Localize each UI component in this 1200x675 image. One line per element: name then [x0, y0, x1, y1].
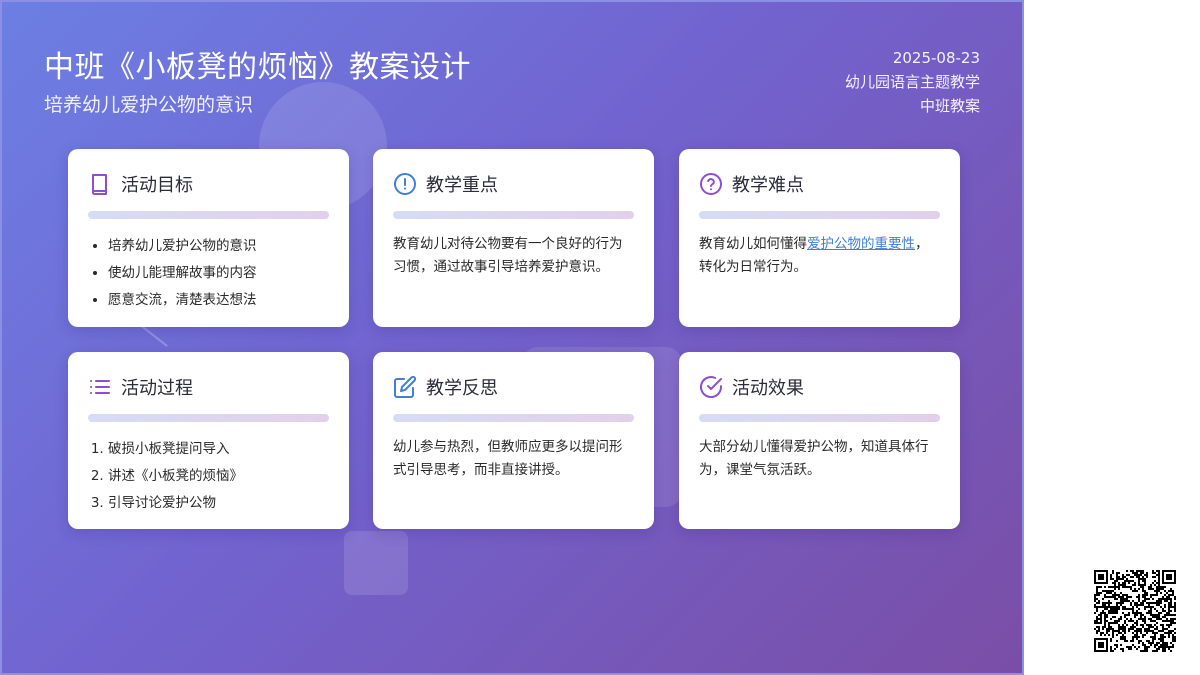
- divider-bar: [699, 211, 940, 219]
- card-activity-process: 活动过程 破损小板凳提问导入 讲述《小板凳的烦恼》 引导讨论爱护公物: [68, 352, 349, 529]
- card-title: 教学难点: [732, 175, 804, 196]
- divider-bar: [393, 211, 634, 219]
- list-item: 引导讨论爱护公物: [108, 490, 329, 517]
- card-title: 教学重点: [426, 175, 498, 196]
- decorative-square: [344, 531, 408, 595]
- card-text: 幼儿参与热烈，但教师应更多以提问形式引导思考，而非直接讲授。: [393, 439, 623, 478]
- grade-label: 中班教案: [919, 97, 980, 115]
- card-title: 活动效果: [732, 378, 804, 399]
- book-icon: [92, 174, 107, 195]
- list-item: 愿意交流，清楚表达想法: [108, 287, 329, 314]
- header-meta: 2025-08-23 幼儿园语言主题教学 中班教案: [845, 46, 980, 118]
- process-list: 破损小板凳提问导入 讲述《小板凳的烦恼》 引导讨论爱护公物: [88, 436, 329, 517]
- date-label: 2025-08-23: [892, 49, 980, 67]
- goals-list: 培养幼儿爱护公物的意识 使幼儿能理解故事的内容 愿意交流，清楚表达想法: [88, 233, 329, 314]
- list-item: 讲述《小板凳的烦恼》: [108, 463, 329, 490]
- card-text: 教育幼儿对待公物要有一个良好的行为习惯，通过故事引导培养爱护意识。: [393, 236, 623, 275]
- card-teaching-key-points: 教学重点 教育幼儿对待公物要有一个良好的行为习惯，通过故事引导培养爱护意识。: [373, 149, 654, 327]
- divider-bar: [88, 414, 329, 422]
- divider-bar: [699, 414, 940, 422]
- list-item: 使幼儿能理解故事的内容: [108, 260, 329, 287]
- qr-code[interactable]: [1094, 570, 1176, 652]
- page-title: 中班《小板凳的烦恼》教案设计: [44, 50, 471, 85]
- card-teaching-reflection: 教学反思 幼儿参与热烈，但教师应更多以提问形式引导思考，而非直接讲授。: [373, 352, 654, 529]
- divider-bar: [88, 211, 329, 219]
- card-text: 大部分幼儿懂得爱护公物，知道具体行为，课堂气氛活跃。: [699, 439, 929, 478]
- list-item: 培养幼儿爱护公物的意识: [108, 233, 329, 260]
- card-activity-goals: 活动目标 培养幼儿爱护公物的意识 使幼儿能理解故事的内容 愿意交流，清楚表达想法: [68, 149, 349, 327]
- card-title: 教学反思: [426, 378, 498, 399]
- card-title: 活动过程: [121, 378, 193, 399]
- edit-icon: [394, 375, 417, 398]
- card-text: 教育幼儿如何懂得爱护公物的重要性，转化为日常行为。: [699, 236, 929, 275]
- check-circle-icon: [700, 376, 722, 399]
- list-icon: [90, 380, 110, 394]
- help-circle-icon: [700, 173, 722, 195]
- slide: 中班《小板凳的烦恼》教案设计 培养幼儿爱护公物的意识 2025-08-23 幼儿…: [0, 0, 1024, 675]
- card-title: 活动目标: [121, 175, 193, 196]
- list-item: 破损小板凳提问导入: [108, 436, 329, 463]
- theme-label: 幼儿园语言主题教学: [844, 73, 980, 91]
- importance-link[interactable]: 爱护公物的重要性: [807, 236, 915, 252]
- card-teaching-difficulties: 教学难点 教育幼儿如何懂得爱护公物的重要性，转化为日常行为。: [679, 149, 960, 327]
- page-subtitle: 培养幼儿爱护公物的意识: [44, 94, 254, 116]
- divider-bar: [393, 414, 634, 422]
- alert-circle-icon: [394, 173, 416, 195]
- card-activity-effect: 活动效果 大部分幼儿懂得爱护公物，知道具体行为，课堂气氛活跃。: [679, 352, 960, 529]
